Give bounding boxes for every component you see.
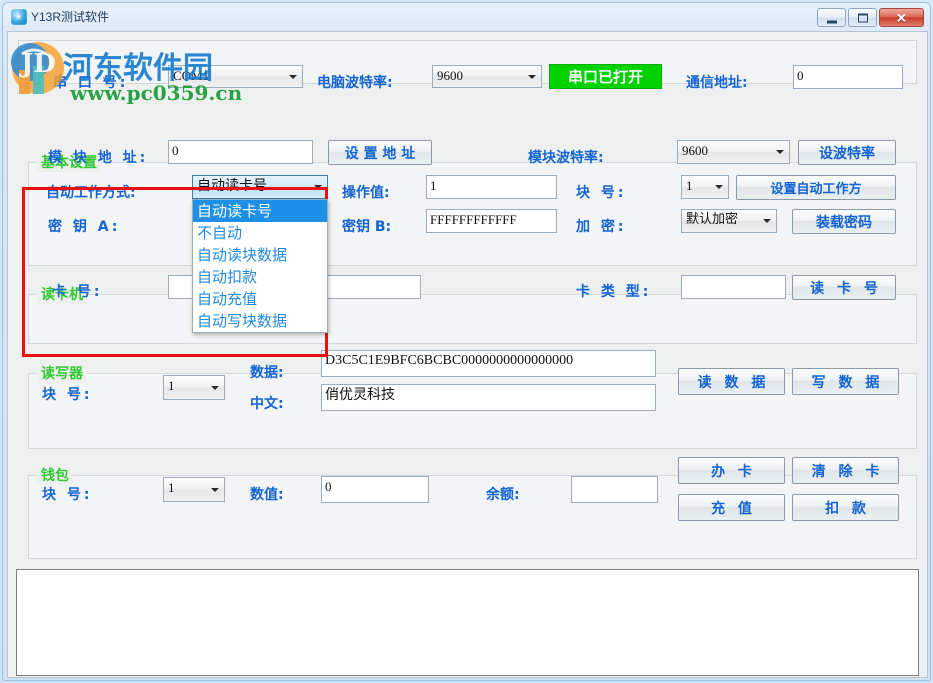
encrypt-select[interactable]: 默认加密 xyxy=(681,209,777,233)
basic-block-no-label: 块 号: xyxy=(576,185,627,201)
key-b-input[interactable]: FFFFFFFFFFFF xyxy=(426,209,557,233)
card-no-label: 卡 号: xyxy=(52,284,103,300)
app-star-icon xyxy=(11,9,27,25)
wallet-block-no-label: 块 号: xyxy=(42,487,93,503)
wallet-balance-input[interactable] xyxy=(571,476,658,503)
maximize-icon xyxy=(857,13,868,22)
read-data-button[interactable]: 读 数 据 xyxy=(678,368,785,395)
auto-mode-option[interactable]: 自动读卡号 xyxy=(193,200,327,222)
serial-port-value: COM1 xyxy=(173,68,210,83)
basic-block-no-select[interactable]: 1 xyxy=(681,175,729,199)
title-bar: Y13R测试软件 ✕ xyxy=(3,3,930,31)
chevron-down-icon xyxy=(776,150,784,154)
set-address-button[interactable]: 设 置 地 址 xyxy=(328,140,432,165)
auto-mode-option[interactable]: 不自动 xyxy=(193,222,327,244)
card-type-label: 卡 类 型: xyxy=(576,284,652,300)
auto-mode-select[interactable]: 自动读卡号 xyxy=(192,175,328,199)
rw-chinese-label: 中文: xyxy=(250,396,284,412)
rw-data-input[interactable]: D3C5C1E9BFC6BCBC0000000000000000 xyxy=(321,350,656,377)
auto-mode-value: 自动读卡号 xyxy=(197,178,267,194)
serial-port-label: 串 口 号: xyxy=(53,75,129,91)
minimize-icon xyxy=(826,20,837,23)
chevron-down-icon xyxy=(314,185,322,189)
pc-baud-select[interactable]: 9600 xyxy=(432,65,542,88)
module-baud-label: 模块波特率: xyxy=(528,150,604,166)
wallet-amount-label: 数值: xyxy=(250,487,284,503)
comm-address-input[interactable]: 0 xyxy=(793,65,903,89)
chevron-down-icon xyxy=(763,219,771,223)
wallet-amount-input[interactable]: 0 xyxy=(321,476,429,503)
rw-chinese-input[interactable]: 俏优灵科技 xyxy=(321,384,656,411)
set-auto-mode-button[interactable]: 设置自动工作方 xyxy=(736,175,896,200)
pc-baud-label: 电脑波特率: xyxy=(317,75,393,91)
auto-mode-option[interactable]: 自动读块数据 xyxy=(193,244,327,266)
module-address-input[interactable]: 0 xyxy=(168,140,313,164)
set-baud-button[interactable]: 设波特率 xyxy=(798,140,896,165)
load-password-button[interactable]: 装载密码 xyxy=(792,209,896,234)
log-output[interactable] xyxy=(16,569,919,676)
module-baud-value: 9600 xyxy=(682,143,708,158)
pc-baud-value: 9600 xyxy=(437,68,463,83)
minimize-button[interactable] xyxy=(817,8,846,27)
window-title: Y13R测试软件 xyxy=(31,10,110,24)
app-root: Y13R测试软件 ✕ 串 口 号: COM1 电脑波特率: 9600 串口已打开… xyxy=(0,0,933,683)
wallet-block-no-select[interactable]: 1 xyxy=(163,477,225,502)
module-address-label: 模 块 地 址: xyxy=(48,150,149,166)
module-baud-select[interactable]: 9600 xyxy=(677,140,790,164)
op-value-input[interactable]: 1 xyxy=(426,175,557,199)
chevron-down-icon xyxy=(528,74,536,79)
write-data-button[interactable]: 写 数 据 xyxy=(792,368,899,395)
chevron-down-icon xyxy=(211,385,219,390)
client-area: 串 口 号: COM1 电脑波特率: 9600 串口已打开 通信地址: 0 JD… xyxy=(7,31,928,678)
rw-block-no-label: 块 号: xyxy=(42,387,93,403)
card-reader-group: 读卡机 xyxy=(28,284,917,344)
chevron-down-icon xyxy=(289,74,297,79)
issue-card-button[interactable]: 办 卡 xyxy=(678,457,785,484)
read-card-no-button[interactable]: 读 卡 号 xyxy=(792,275,896,300)
serial-status-button[interactable]: 串口已打开 xyxy=(549,64,662,89)
op-value-label: 操作值: xyxy=(342,185,390,201)
key-a-label: 密 钥 A: xyxy=(48,219,121,235)
recharge-button[interactable]: 充 值 xyxy=(678,494,785,521)
deduct-button[interactable]: 扣 款 xyxy=(792,494,899,521)
auto-mode-label: 自动工作方式: xyxy=(46,185,136,201)
auto-mode-option[interactable]: 自动扣款 xyxy=(193,266,327,288)
reader-writer-legend: 读写器 xyxy=(37,363,87,383)
auto-mode-option[interactable]: 自动写块数据 xyxy=(193,310,327,332)
basic-block-no-value: 1 xyxy=(686,178,693,193)
encrypt-value: 默认加密 xyxy=(686,212,739,227)
close-button[interactable]: ✕ xyxy=(879,8,924,27)
chevron-down-icon xyxy=(211,487,219,492)
rw-block-no-value: 1 xyxy=(168,378,175,393)
chevron-down-icon xyxy=(715,185,723,189)
maximize-button[interactable] xyxy=(848,8,877,27)
close-icon: ✕ xyxy=(896,10,907,25)
window-controls: ✕ xyxy=(817,8,924,27)
wallet-legend: 钱包 xyxy=(37,465,73,485)
window-frame: Y13R测试软件 ✕ 串 口 号: COM1 电脑波特率: 9600 串口已打开… xyxy=(2,2,931,681)
card-type-input[interactable] xyxy=(681,275,786,299)
serial-port-select[interactable]: COM1 xyxy=(168,65,303,88)
wallet-balance-label: 余额: xyxy=(486,487,520,503)
auto-mode-option[interactable]: 自动充值 xyxy=(193,288,327,310)
comm-address-label: 通信地址: xyxy=(686,75,748,91)
rw-data-label: 数据: xyxy=(250,365,284,381)
clear-card-button[interactable]: 清 除 卡 xyxy=(792,457,899,484)
rw-block-no-select[interactable]: 1 xyxy=(163,375,225,400)
wallet-block-no-value: 1 xyxy=(168,480,175,495)
encrypt-label: 加 密: xyxy=(576,219,627,235)
auto-mode-dropdown-list[interactable]: 自动读卡号 不自动 自动读块数据 自动扣款 自动充值 自动写块数据 xyxy=(192,199,328,333)
key-b-label: 密钥 B: xyxy=(342,219,392,235)
